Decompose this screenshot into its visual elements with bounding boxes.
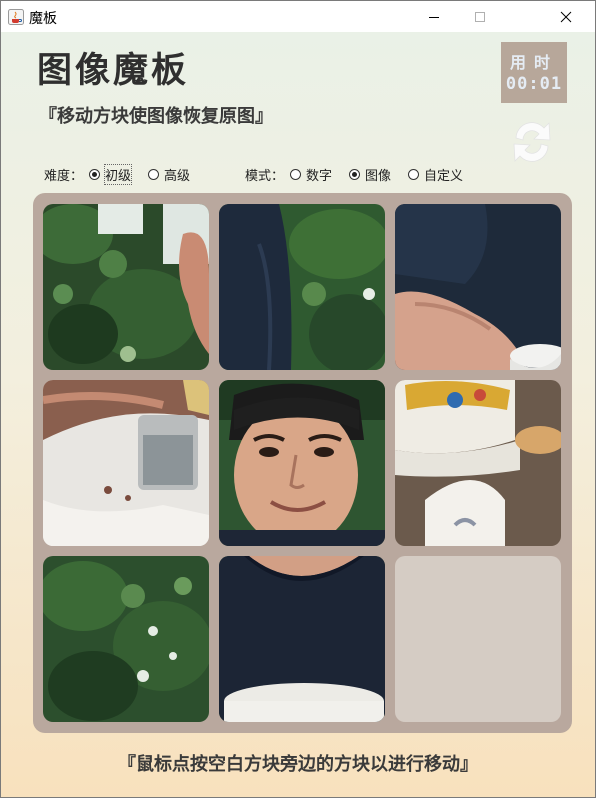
title-bar[interactable]: 魔板 [1,1,595,32]
tile-image-bowls-table [395,380,561,546]
refresh-icon [513,122,551,162]
minimize-icon [429,16,439,18]
game-title: 图像魔板 [37,50,190,91]
minimize-button[interactable] [411,1,457,32]
refresh-button[interactable] [506,114,558,170]
mode-option-label: 数字 [306,168,333,184]
puzzle-tile[interactable] [219,380,385,546]
puzzle-tile[interactable] [395,380,561,546]
difficulty-group: 难度： 初级 高级 [44,163,207,185]
mode-radio-image[interactable]: 图像 [349,165,391,184]
puzzle-tile[interactable] [43,204,209,370]
puzzle-tile[interactable] [219,204,385,370]
radio-selected-icon [89,168,101,180]
mode-option-label: 图像 [365,168,392,184]
puzzle-tile[interactable] [43,556,209,722]
timer-label: 用时 [509,53,558,72]
timer-panel: 用时 00:01 [501,42,567,103]
mode-group: 模式： 数字 图像 自定义 [245,164,480,184]
difficulty-label: 难度： [44,168,84,184]
tile-image-face [219,380,385,546]
maximize-icon [475,11,485,22]
tile-image-shirt-leaves [219,204,385,370]
radio-unselected-icon [290,168,302,180]
radio-unselected-icon [408,168,420,180]
radio-selected-icon [349,168,361,180]
instruction-hint: 『鼠标点按空白方块旁边的方块以进行移动』 [118,754,478,775]
mode-label: 模式： [245,168,285,184]
app-window: 魔板 图像魔板 『移动方块使图像恢复原图』 用时 00:01 难度： 初级 高级… [0,0,596,798]
radio-unselected-icon [148,168,160,180]
difficulty-radio-hard[interactable]: 高级 [148,165,190,184]
puzzle-tile[interactable] [395,204,561,370]
timer-value: 00:01 [505,74,563,94]
difficulty-radio-easy[interactable]: 初级 [89,163,133,185]
close-button[interactable] [543,1,589,32]
game-panel: 图像魔板 『移动方块使图像恢复原图』 用时 00:01 难度： 初级 高级 模式… [1,32,595,797]
difficulty-option-label: 高级 [164,168,191,184]
window-title: 魔板 [29,11,57,27]
puzzle-board [33,193,572,733]
tile-image-hand-bowl [395,204,561,370]
game-subtitle: 『移动方块使图像恢复原图』 [39,106,273,127]
mode-radio-number[interactable]: 数字 [290,165,332,184]
java-app-icon[interactable] [8,9,24,25]
mode-radio-custom[interactable]: 自定义 [408,165,463,184]
mode-option-label: 自定义 [424,168,464,184]
tile-image-foliage [43,556,209,722]
tile-image-glass-table [43,380,209,546]
maximize-button[interactable] [457,1,503,32]
empty-tile[interactable] [395,556,561,722]
tile-image-shirt-bowl [219,556,385,722]
difficulty-option-label: 初级 [104,163,133,185]
puzzle-tile[interactable] [43,380,209,546]
close-icon [560,11,572,22]
puzzle-tile[interactable] [219,556,385,722]
tile-image-foliage-hand [43,204,209,370]
